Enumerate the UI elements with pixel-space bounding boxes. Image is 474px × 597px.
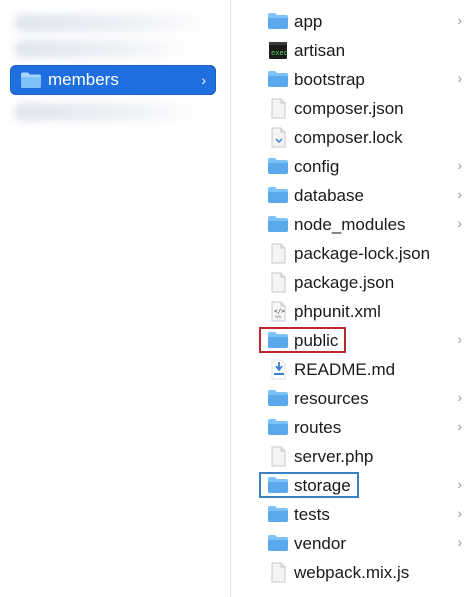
chevron-right-icon: ›	[457, 331, 462, 347]
folder-icon	[267, 156, 289, 177]
file-row-config[interactable]: config ›	[231, 152, 474, 181]
folder-icon	[20, 71, 42, 89]
chevron-right-icon: ›	[457, 157, 462, 173]
folder-icon	[267, 11, 289, 32]
blurred-item	[14, 40, 194, 58]
file-row-routes[interactable]: routes ›	[231, 413, 474, 442]
file-row-package-lock-json[interactable]: package-lock.json	[231, 239, 474, 268]
file-row-resources[interactable]: resources ›	[231, 384, 474, 413]
chevron-right-icon: ›	[457, 215, 462, 231]
file-name: config	[294, 157, 340, 176]
chevron-right-icon: ›	[457, 70, 462, 86]
file-row-public[interactable]: public ›	[231, 326, 474, 355]
file-row-database[interactable]: database ›	[231, 181, 474, 210]
highlight-box	[259, 472, 359, 498]
chevron-right-icon: ›	[457, 476, 462, 492]
folder-icon	[267, 69, 289, 90]
file-row-tests[interactable]: tests ›	[231, 500, 474, 529]
file-name: README.md	[294, 360, 396, 379]
parent-column: members ›	[0, 0, 226, 597]
document-icon	[267, 98, 289, 119]
chevron-right-icon: ›	[201, 72, 206, 88]
file-row-phpunit-xml[interactable]: </> XML phpunit.xml	[231, 297, 474, 326]
folder-icon	[267, 388, 289, 409]
document-icon	[267, 562, 289, 583]
document-icon	[267, 446, 289, 467]
file-name: database	[294, 186, 364, 205]
chevron-right-icon: ›	[457, 389, 462, 405]
chevron-right-icon: ›	[457, 12, 462, 28]
file-name: bootstrap	[294, 70, 365, 89]
file-name: app	[294, 12, 323, 31]
xml-file-icon: </> XML	[267, 301, 289, 322]
file-row-bootstrap[interactable]: bootstrap ›	[231, 65, 474, 94]
file-name: package.json	[294, 273, 395, 292]
terminal-icon: exec	[267, 40, 289, 61]
folder-icon	[267, 417, 289, 438]
folder-icon	[267, 185, 289, 206]
file-name: tests	[294, 505, 330, 524]
file-list: app › exec artisan bootstrap › composer.json co…	[231, 0, 474, 597]
file-name: composer.lock	[294, 128, 403, 147]
file-name: artisan	[294, 41, 346, 60]
file-row-composer-json[interactable]: composer.json	[231, 94, 474, 123]
file-name: routes	[294, 418, 342, 437]
markdown-file-icon	[267, 359, 289, 380]
chevron-right-icon: ›	[457, 505, 462, 521]
file-row-artisan[interactable]: exec artisan	[231, 36, 474, 65]
file-row-readme-md[interactable]: README.md	[231, 355, 474, 384]
file-row-vendor[interactable]: vendor ›	[231, 529, 474, 558]
chevron-right-icon: ›	[457, 534, 462, 550]
file-row-storage[interactable]: storage ›	[231, 471, 474, 500]
folder-icon	[267, 214, 289, 235]
file-name: package-lock.json	[294, 244, 431, 263]
file-row-webpack-mix-js[interactable]: webpack.mix.js	[231, 558, 474, 587]
sidebar-item-label: members	[48, 70, 119, 89]
chevron-right-icon: ›	[457, 418, 462, 434]
document-icon	[267, 272, 289, 293]
file-row-server-php[interactable]: server.php	[231, 442, 474, 471]
blurred-item	[14, 14, 214, 32]
folder-icon	[267, 533, 289, 554]
document-icon	[267, 243, 289, 264]
file-row-app[interactable]: app ›	[231, 7, 474, 36]
file-name: node_modules	[294, 215, 406, 234]
chevron-right-icon: ›	[457, 186, 462, 202]
file-name: server.php	[294, 447, 374, 466]
lock-file-icon	[267, 127, 289, 148]
file-name: phpunit.xml	[294, 302, 381, 321]
file-name: resources	[294, 389, 369, 408]
file-name: composer.json	[294, 99, 404, 118]
svg-text:exec: exec	[271, 49, 288, 57]
svg-text:</>: </>	[274, 308, 285, 315]
folder-icon	[267, 504, 289, 525]
svg-text:XML: XML	[275, 315, 282, 319]
file-row-node-modules[interactable]: node_modules ›	[231, 210, 474, 239]
file-row-package-json[interactable]: package.json	[231, 268, 474, 297]
file-row-composer-lock[interactable]: composer.lock	[231, 123, 474, 152]
sidebar-item-members[interactable]: members ›	[10, 65, 216, 95]
highlight-box	[259, 327, 346, 353]
file-name: webpack.mix.js	[294, 563, 410, 582]
blurred-item	[14, 103, 204, 121]
file-name: vendor	[294, 534, 346, 553]
